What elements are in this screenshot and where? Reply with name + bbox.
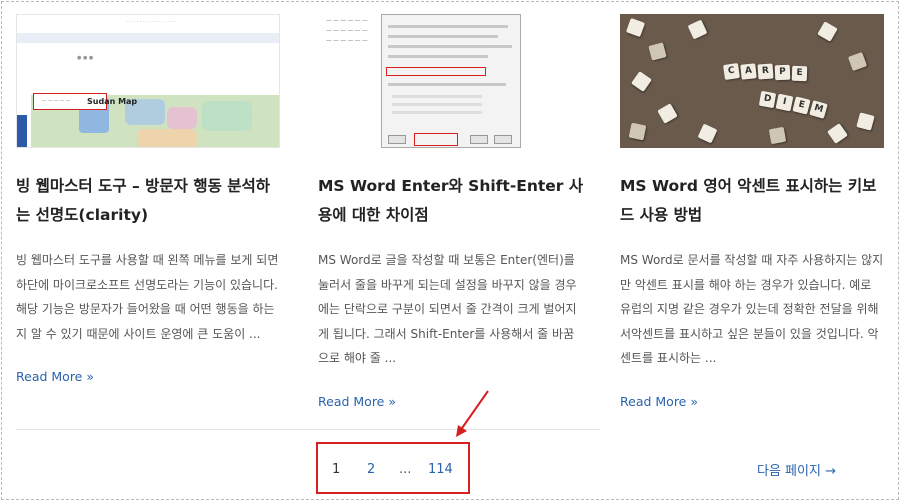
page-current: 1 [332, 462, 341, 477]
post-thumbnail[interactable]: C A R P E D I E M [620, 14, 884, 148]
letter-tile: A [740, 63, 757, 80]
screenshot-toolbar [17, 33, 279, 43]
read-more-link[interactable]: Read More » [16, 369, 282, 384]
post-excerpt: MS Word로 문서를 작성할 때 자주 사용하지는 않지만 악센트 표시를 … [620, 253, 884, 365]
post-thumbnail[interactable]: · · · · · · · · · · · · · · · · ● ● ● — … [16, 14, 280, 148]
page-ellipsis: ... [399, 462, 412, 477]
post-excerpt: MS Word로 글을 작성할 때 보통은 Enter(엔터)를 눌러서 줄을 … [318, 253, 577, 365]
post-excerpt: 빙 웹마스터 도구를 사용할 때 왼쪽 메뉴를 보게 되면 하단에 마이크로소프… [16, 253, 279, 341]
pagination: 1 2 ... 114 [316, 442, 470, 494]
letter-tile: D [758, 90, 777, 109]
letter-tile: M [809, 100, 828, 119]
letter-tile: P [774, 64, 791, 81]
letter-tile: E [791, 65, 808, 82]
letter-tile: I [775, 93, 794, 112]
page-link-last[interactable]: 114 [428, 462, 453, 477]
letter-tile: R [757, 63, 774, 80]
next-page-link[interactable]: 다음 페이지 → [757, 460, 836, 479]
post-card: · · · · · · · · · · · · · · · · ● ● ● — … [16, 14, 282, 384]
post-title[interactable]: 빙 웹마스터 도구 – 방문자 행동 분석하는 선명도(clarity) [16, 172, 282, 230]
highlight-box [414, 133, 458, 146]
post-card: — — — — — — — — — — — — — — — — — — MS W… [318, 14, 584, 409]
annotation-arrow-icon [456, 390, 489, 437]
screenshot-sidebar [17, 115, 27, 147]
page-link-2[interactable]: 2 [367, 462, 375, 477]
highlight-box [386, 67, 486, 76]
post-title[interactable]: MS Word Enter와 Shift-Enter 사용에 대한 차이점 [318, 172, 584, 230]
read-more-link[interactable]: Read More » [620, 394, 886, 409]
content-divider [16, 429, 600, 430]
post-thumbnail[interactable]: — — — — — — — — — — — — — — — — — — [318, 14, 582, 148]
map-label: Sudan Map [87, 97, 138, 106]
post-card: C A R P E D I E M MS Word 영어 악센트 표시하는 키보… [620, 14, 886, 409]
letter-tile: E [792, 96, 811, 115]
dialog-screenshot [381, 14, 521, 148]
post-title[interactable]: MS Word 영어 악센트 표시하는 키보드 사용 방법 [620, 172, 886, 230]
letter-tile: C [723, 63, 740, 80]
